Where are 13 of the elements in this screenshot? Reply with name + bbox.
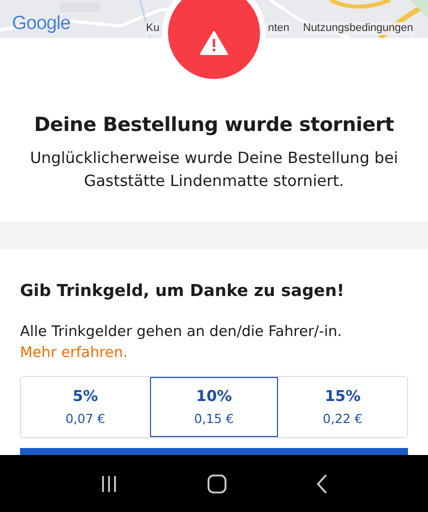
attribution-link[interactable]: nten bbox=[267, 22, 290, 35]
map-logo: Google bbox=[12, 12, 70, 36]
cancel-title: Deine Bestellung wurde storniert bbox=[33, 112, 395, 138]
attribution-link[interactable]: Nutzungsbedingungen bbox=[302, 22, 414, 35]
cancel-message: Unglücklicherweise wurde Deine Bestellung bei Gaststätte Lindenmatte storniert. bbox=[28, 148, 400, 192]
recent-apps-icon[interactable] bbox=[100, 474, 118, 492]
home-icon[interactable] bbox=[206, 474, 227, 494]
tip-heading: Gib Trinkgeld, um Danke zu sagen! bbox=[20, 280, 346, 302]
attribution-link[interactable]: Ku bbox=[145, 22, 160, 35]
warning-icon bbox=[200, 31, 228, 55]
tip-description: Alle Trinkgelder gehen an den/die Fahrer/-in. Mehr erfahren. bbox=[20, 323, 343, 363]
tip-option[interactable]: 10% 0,15 € bbox=[150, 377, 278, 437]
back-icon[interactable] bbox=[316, 474, 328, 494]
